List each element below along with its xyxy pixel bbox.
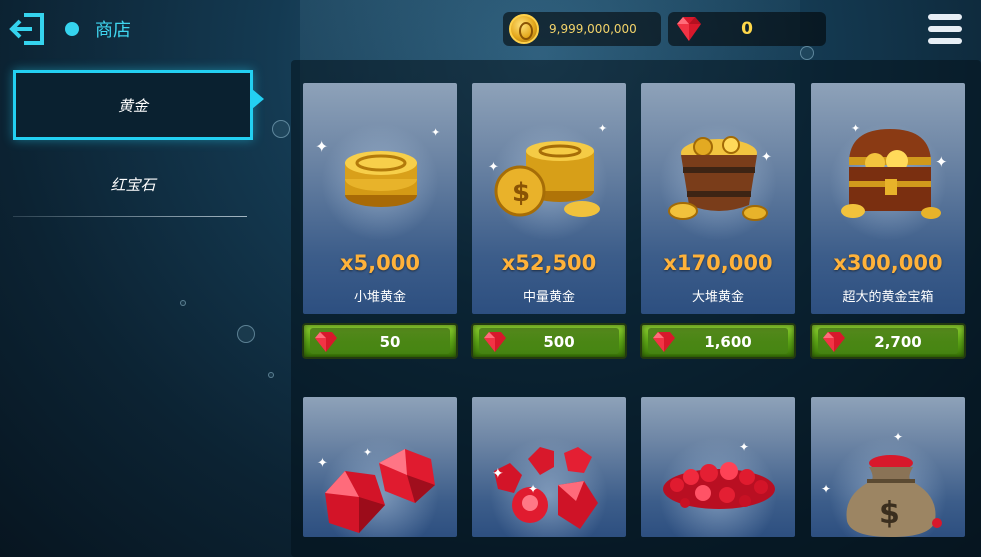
- sparkle-icon: ✦: [761, 150, 772, 165]
- sparkle-icon: ✦: [528, 482, 539, 496]
- bubble: [272, 120, 290, 138]
- price-label: 50: [379, 333, 401, 351]
- shop-card-gold-0[interactable]: ✦ ✦ x5,000 小堆黄金: [303, 83, 457, 314]
- pack-amount: x300,000: [833, 251, 943, 275]
- sidebar-item-ruby[interactable]: 红宝石: [13, 150, 253, 216]
- shop-card-gold-1[interactable]: $ ✦ ✦ x52,500 中量黄金: [472, 83, 626, 314]
- pack-name: 中量黄金: [522, 290, 575, 305]
- menu-button[interactable]: [928, 14, 962, 44]
- coin-balance-value: 9,999,000,000: [549, 22, 637, 36]
- back-button[interactable]: [8, 12, 46, 46]
- gem-balance: 0: [668, 12, 826, 46]
- sparkle-icon: ✦: [488, 160, 499, 175]
- sidebar-item-label: 黄金: [117, 97, 148, 115]
- sparkle-icon: ✦: [821, 482, 832, 496]
- bubble: [800, 46, 814, 60]
- pack-name: 小堆黄金: [353, 290, 406, 305]
- bubble: [180, 300, 186, 306]
- shop-card-ruby-1[interactable]: ✦ ✦: [472, 397, 626, 537]
- sparkle-icon: ✦: [739, 440, 750, 454]
- menu-icon-bar: [928, 38, 962, 44]
- price-label: 500: [543, 333, 575, 351]
- price-label: 2,700: [874, 333, 922, 351]
- gold-coin-icon: [509, 14, 539, 44]
- pack-amount: x170,000: [663, 251, 773, 275]
- exit-icon: [9, 13, 44, 45]
- shop-card-gold-2[interactable]: ✦ x170,000 大堆黄金: [641, 83, 795, 314]
- page-title: 商店: [95, 20, 131, 41]
- buy-button[interactable]: 2,700: [810, 323, 966, 359]
- ruby-cluster-icon: [494, 447, 598, 529]
- ruby-pile-icon: [663, 462, 775, 509]
- shop-card-ruby-2[interactable]: ✦: [641, 397, 795, 537]
- coin-balance: 9,999,000,000: [503, 12, 661, 46]
- shop-card-gold-3[interactable]: ✦ ✦ x300,000 超大的黄金宝箱: [811, 83, 965, 314]
- sparkle-icon: ✦: [492, 466, 504, 482]
- svg-text:$: $: [879, 496, 900, 531]
- ruby-sack-icon: $: [846, 455, 942, 537]
- sidebar-item-label: 红宝石: [110, 176, 156, 194]
- pack-amount: x52,500: [501, 251, 597, 275]
- sparkle-icon: ✦: [363, 446, 373, 459]
- sparkle-icon: ✦: [317, 456, 328, 471]
- pack-name: 大堆黄金: [691, 290, 744, 305]
- gem-balance-value: 0: [741, 19, 753, 39]
- sparkle-icon: ✦: [935, 153, 948, 171]
- svg-text:$: $: [512, 178, 530, 208]
- bubble: [268, 372, 274, 378]
- title-dot-icon: [65, 22, 79, 36]
- ruby-pair-icon: [325, 449, 435, 533]
- sparkle-icon: ✦: [431, 126, 441, 139]
- treasure-chest-icon: [841, 129, 941, 219]
- gold-coin-stack-icon: [345, 151, 417, 207]
- pack-name: 超大的黄金宝箱: [842, 290, 934, 305]
- sparkle-icon: ✦: [315, 137, 329, 156]
- shop-card-ruby-0[interactable]: ✦ ✦: [303, 397, 457, 537]
- price-label: 1,600: [704, 333, 752, 351]
- sparkle-icon: ✦: [851, 122, 861, 135]
- sparkle-icon: ✦: [598, 122, 608, 135]
- gold-coin-pile-icon: $: [494, 141, 600, 217]
- buy-button[interactable]: 500: [471, 323, 627, 359]
- pack-amount: x5,000: [340, 251, 420, 275]
- sidebar-item-gold[interactable]: 黄金: [13, 70, 264, 140]
- buy-button[interactable]: 50: [302, 323, 458, 359]
- gold-coin-bucket-icon: [668, 136, 768, 221]
- shop-card-ruby-3[interactable]: $ ✦ ✦: [811, 397, 965, 537]
- sparkle-icon: ✦: [893, 430, 904, 444]
- menu-icon-bar: [928, 26, 962, 32]
- sidebar-divider: [13, 216, 247, 217]
- menu-icon-bar: [928, 14, 962, 20]
- bubble: [237, 325, 255, 343]
- buy-button[interactable]: 1,600: [640, 323, 796, 359]
